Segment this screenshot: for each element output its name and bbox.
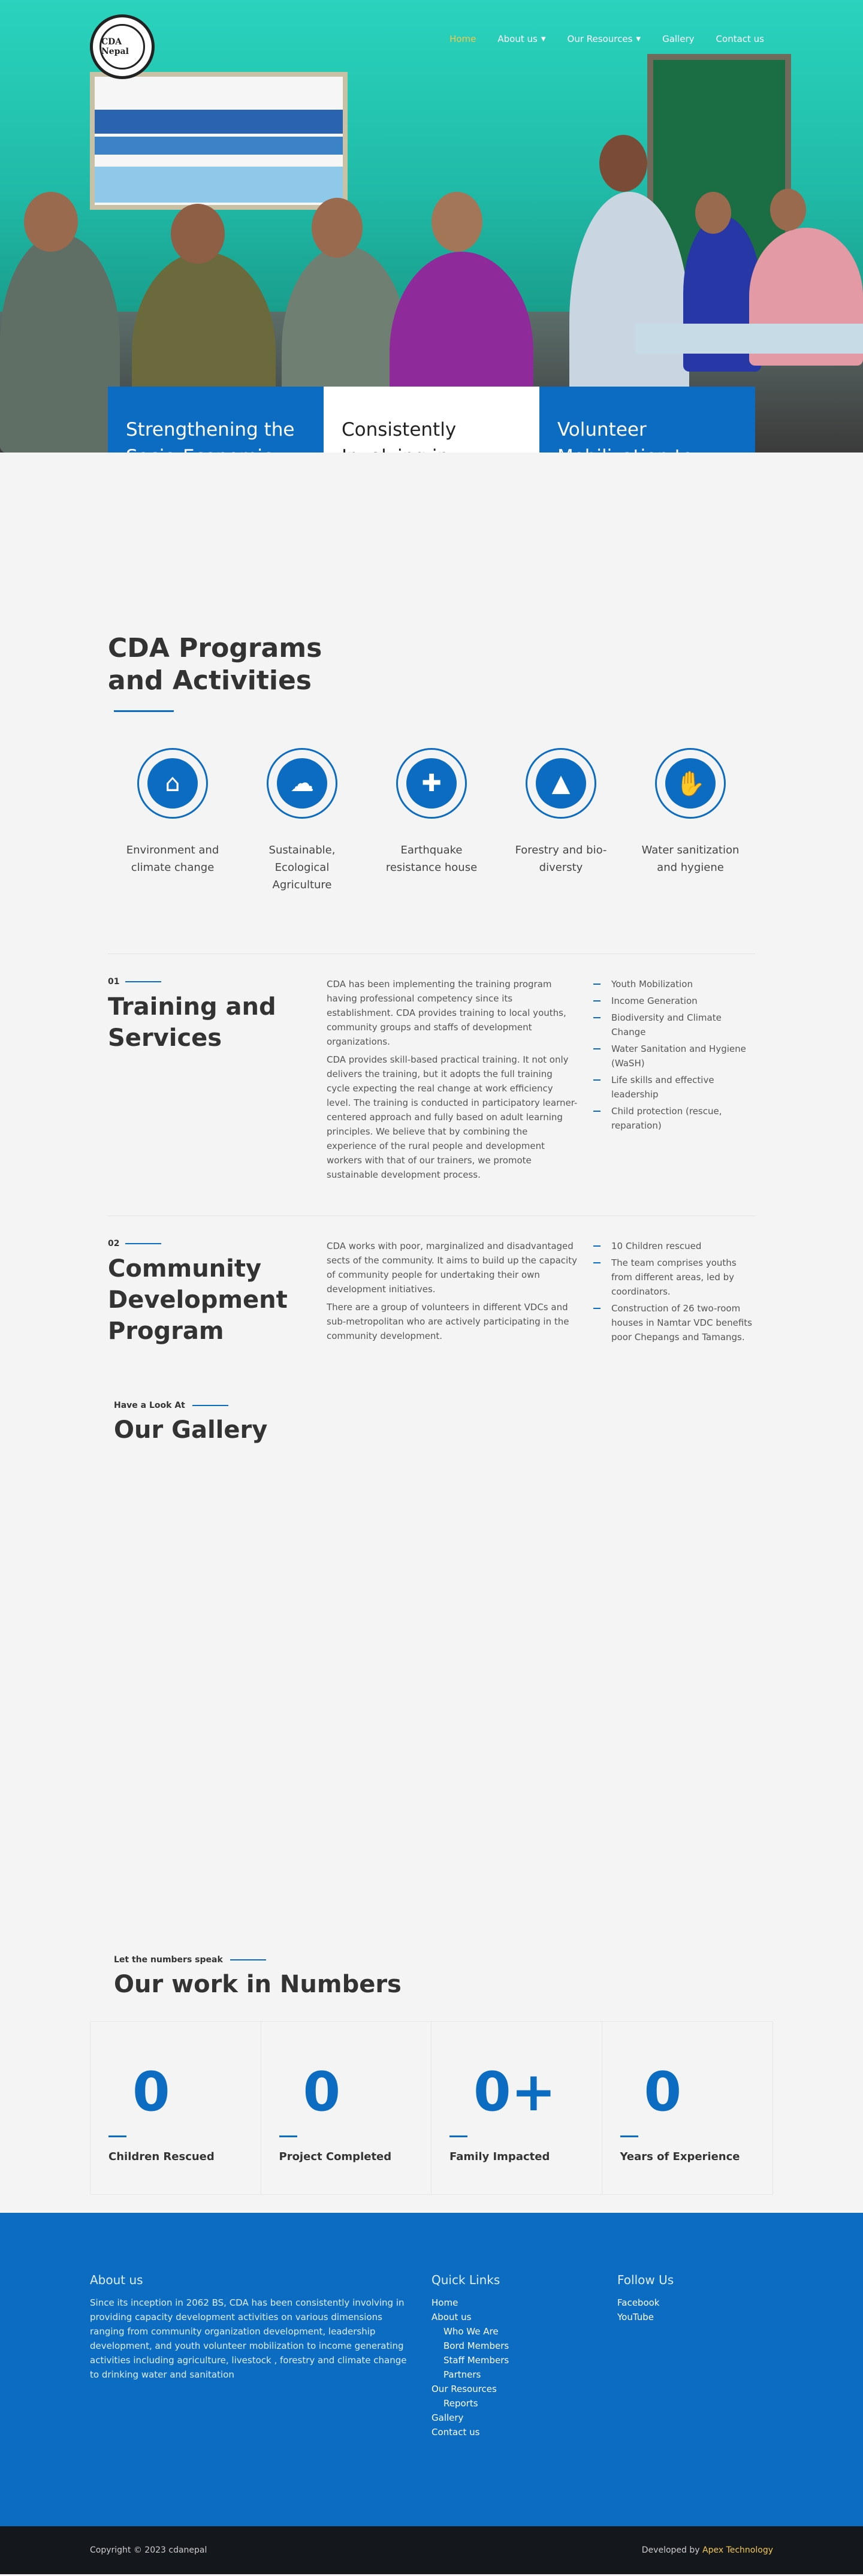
feature-box-capacity: Consistently Involving in Providing Capa… bbox=[324, 387, 539, 453]
top-navigation: CDA Nepal Home About us ▼ Our Resources ▼ … bbox=[0, 0, 863, 81]
footer-link-home[interactable]: Home bbox=[432, 2296, 617, 2310]
program-item[interactable]: ⌂ Environment and climate change bbox=[108, 748, 237, 894]
nav-item-home[interactable]: Home bbox=[449, 34, 476, 44]
community-paragraph: There are a group of volunteers in diffe… bbox=[327, 1302, 569, 1341]
title-underline bbox=[114, 710, 174, 712]
footer-link-gallery[interactable]: Gallery bbox=[432, 2411, 617, 2425]
counter-project-completed: 0 Project Completed bbox=[261, 2022, 432, 2194]
training-paragraph: CDA has been implementing the training p… bbox=[327, 979, 566, 1047]
list-item: 10 Children rescued bbox=[593, 1239, 755, 1253]
gallery-section: Have a Look At Our Gallery bbox=[0, 1401, 863, 1955]
list-item: Child protection (rescue, reparation) bbox=[593, 1104, 755, 1133]
social-link-youtube[interactable]: YouTube bbox=[617, 2310, 674, 2324]
footer-link-about-us[interactable]: About us bbox=[432, 2310, 617, 2324]
footer-link-our-resources[interactable]: Our Resources bbox=[432, 2382, 617, 2396]
quick-links: Quick Links Home About us Who We Are Bor… bbox=[432, 2273, 617, 2526]
program-item[interactable]: ☁ Sustainable, Ecological Agriculture bbox=[237, 748, 367, 894]
footer-link-who-we-are[interactable]: Who We Are bbox=[432, 2324, 617, 2339]
footer-link-partners[interactable]: Partners bbox=[432, 2367, 617, 2382]
social-link-facebook[interactable]: Facebook bbox=[617, 2296, 674, 2310]
counters: 0 Children Rescued 0 Project Completed 0… bbox=[90, 2021, 773, 2195]
numbers-title: Our work in Numbers bbox=[114, 1971, 402, 1998]
section-number: 01 bbox=[108, 977, 120, 987]
hand-wash-icon: ✋ bbox=[665, 758, 716, 809]
program-item[interactable]: ▲ Forestry and bio-diversty bbox=[496, 748, 626, 894]
section-number: 02 bbox=[108, 1239, 120, 1248]
gallery-eyebrow: Have a Look At bbox=[114, 1401, 185, 1410]
main-menu: Home About us ▼ Our Resources ▼ Gallery Co… bbox=[449, 34, 764, 44]
feature-box-volunteer: Volunteer Mobilization to Income Generat… bbox=[539, 387, 755, 453]
copyright-text: Copyright © 2023 cdanepal bbox=[90, 2545, 207, 2555]
list-item: Biodiversity and Climate Change bbox=[593, 1011, 755, 1039]
programs-section: CDA Programs and Activities ⌂ Environmen… bbox=[0, 453, 863, 894]
community-list: 10 Children rescued The team comprises y… bbox=[593, 1239, 755, 1344]
program-item[interactable]: ✋ Water sanitization and hygiene bbox=[626, 748, 755, 894]
nav-item-contact-us[interactable]: Contact us bbox=[716, 34, 764, 44]
counter-children-rescued: 0 Children Rescued bbox=[90, 2022, 261, 2194]
hero-section: CDA Nepal Home About us ▼ Our Resources ▼ … bbox=[0, 0, 863, 453]
bottom-bar: Copyright © 2023 cdanepal Developed by A… bbox=[0, 2526, 863, 2574]
list-item: Construction of 26 two-room houses in Na… bbox=[593, 1301, 755, 1344]
home-icon: ⌂ bbox=[147, 758, 198, 809]
hero-table bbox=[635, 324, 863, 354]
programs-title: CDA Programs and Activities bbox=[108, 633, 322, 696]
developer-link[interactable]: Apex Technology bbox=[702, 2545, 773, 2555]
community-title: Community Development Program bbox=[108, 1255, 288, 1345]
feature-boxes: Strengthening the Socio-Economic Empower… bbox=[108, 387, 755, 453]
nav-item-about-us[interactable]: About us ▼ bbox=[497, 34, 545, 44]
footer: About us Since its inception in 2062 BS,… bbox=[0, 2213, 863, 2526]
list-item: Life skills and effective leadership bbox=[593, 1073, 755, 1102]
footer-about-text: Since its inception in 2062 BS, CDA has … bbox=[90, 2297, 407, 2380]
list-item: The team comprises youths from different… bbox=[593, 1256, 755, 1299]
training-list: Youth Mobilization Income Generation Bio… bbox=[593, 977, 755, 1133]
training-title: Training and Services bbox=[108, 993, 276, 1052]
counter-years-experience: 0 Years of Experience bbox=[620, 2061, 740, 2163]
nav-item-gallery[interactable]: Gallery bbox=[662, 34, 694, 44]
developer-credit: Developed by Apex Technology bbox=[641, 2545, 773, 2555]
follow-us: Follow Us Facebook YouTube bbox=[617, 2273, 674, 2526]
chevron-down-icon: ▼ bbox=[541, 35, 546, 43]
tree-icon: ▲ bbox=[536, 758, 586, 809]
cloud-moon-icon: ☁ bbox=[277, 758, 327, 809]
nav-item-our-resources[interactable]: Our Resources ▼ bbox=[568, 34, 641, 44]
footer-link-contact-us[interactable]: Contact us bbox=[432, 2425, 617, 2439]
hero-banner-image bbox=[90, 72, 348, 210]
list-item: Water Sanitation and Hygiene (WaSH) bbox=[593, 1042, 755, 1070]
list-item: Youth Mobilization bbox=[593, 977, 755, 991]
community-section: 02 Community Development Program CDA wor… bbox=[0, 1216, 863, 1347]
logo-text: CDA Nepal bbox=[99, 24, 145, 70]
gallery-title: Our Gallery bbox=[114, 1416, 268, 1444]
program-item[interactable]: ✚ Earthquake resistance house bbox=[367, 748, 496, 894]
footer-link-reports[interactable]: Reports bbox=[432, 2396, 617, 2411]
house-plus-icon: ✚ bbox=[406, 758, 457, 809]
site-logo[interactable]: CDA Nepal bbox=[90, 14, 155, 79]
footer-link-staff-members[interactable]: Staff Members bbox=[432, 2353, 617, 2367]
counter-family-impacted: 0+ Family Impacted bbox=[432, 2022, 602, 2194]
footer-about-title: About us bbox=[90, 2273, 143, 2287]
feature-box-empowerment: Strengthening the Socio-Economic Empower… bbox=[108, 387, 324, 453]
list-item: Income Generation bbox=[593, 994, 755, 1008]
training-section: 01 Training and Services CDA has been im… bbox=[0, 954, 863, 1186]
chevron-down-icon: ▼ bbox=[636, 35, 641, 43]
programs-list: ⌂ Environment and climate change ☁ Susta… bbox=[108, 748, 755, 894]
training-paragraph: CDA provides skill-based practical train… bbox=[327, 1054, 578, 1180]
community-paragraph: CDA works with poor, marginalized and di… bbox=[327, 1241, 577, 1295]
footer-link-board-members[interactable]: Bord Members bbox=[432, 2339, 617, 2353]
numbers-section: Let the numbers speak Our work in Number… bbox=[0, 1955, 863, 2195]
numbers-eyebrow: Let the numbers speak bbox=[114, 1955, 223, 1965]
